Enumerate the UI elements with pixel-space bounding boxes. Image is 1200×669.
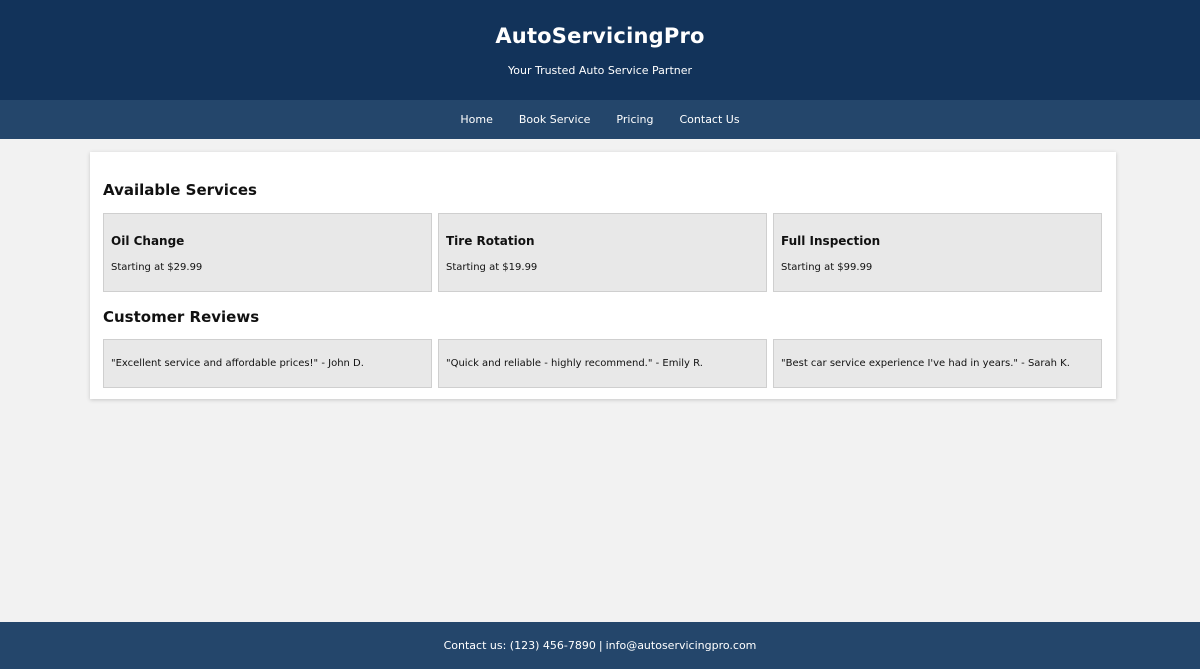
service-price: Starting at $99.99 <box>781 262 873 273</box>
nav-link-book-service[interactable]: Book Service <box>506 100 604 139</box>
site-title: AutoServicingPro <box>495 24 705 48</box>
main-nav: Home Book Service Pricing Contact Us <box>0 100 1200 139</box>
review-card-emily: "Quick and reliable - highly recommend."… <box>438 339 767 388</box>
footer-phone: Contact us: (123) 456-7890 <box>443 639 596 652</box>
service-price: Starting at $29.99 <box>111 262 203 273</box>
service-name: Oil Change <box>111 234 185 248</box>
site-tagline: Your Trusted Auto Service Partner <box>507 64 693 77</box>
footer-email: info@autoservicingpro.com <box>605 639 757 652</box>
service-card-full-inspection: Full Inspection Starting at $99.99 <box>773 213 1102 292</box>
reviews-section-title: Customer Reviews <box>103 308 260 326</box>
content-card: Available Services Oil Change Starting a… <box>90 152 1116 399</box>
reviews-grid: "Excellent service and affordable prices… <box>103 339 1103 388</box>
nav-link-contact-us[interactable]: Contact Us <box>667 100 753 139</box>
site-footer: Contact us: (123) 456-7890 | info@autose… <box>0 622 1200 669</box>
service-card-tire-rotation: Tire Rotation Starting at $19.99 <box>438 213 767 292</box>
footer-separator: | <box>598 639 603 652</box>
service-price: Starting at $19.99 <box>446 262 538 273</box>
page: AutoServicingPro Your Trusted Auto Servi… <box>0 0 1200 669</box>
review-card-john: "Excellent service and affordable prices… <box>103 339 432 388</box>
site-header: AutoServicingPro Your Trusted Auto Servi… <box>0 0 1200 100</box>
services-section-title: Available Services <box>103 181 257 199</box>
service-name: Tire Rotation <box>446 234 535 248</box>
service-name: Full Inspection <box>781 234 881 248</box>
service-card-oil-change: Oil Change Starting at $29.99 <box>103 213 432 292</box>
nav-link-home[interactable]: Home <box>447 100 505 139</box>
nav-link-pricing[interactable]: Pricing <box>603 100 666 139</box>
services-grid: Oil Change Starting at $29.99 Tire Rotat… <box>103 213 1103 292</box>
review-card-sarah: "Best car service experience I've had in… <box>773 339 1102 388</box>
